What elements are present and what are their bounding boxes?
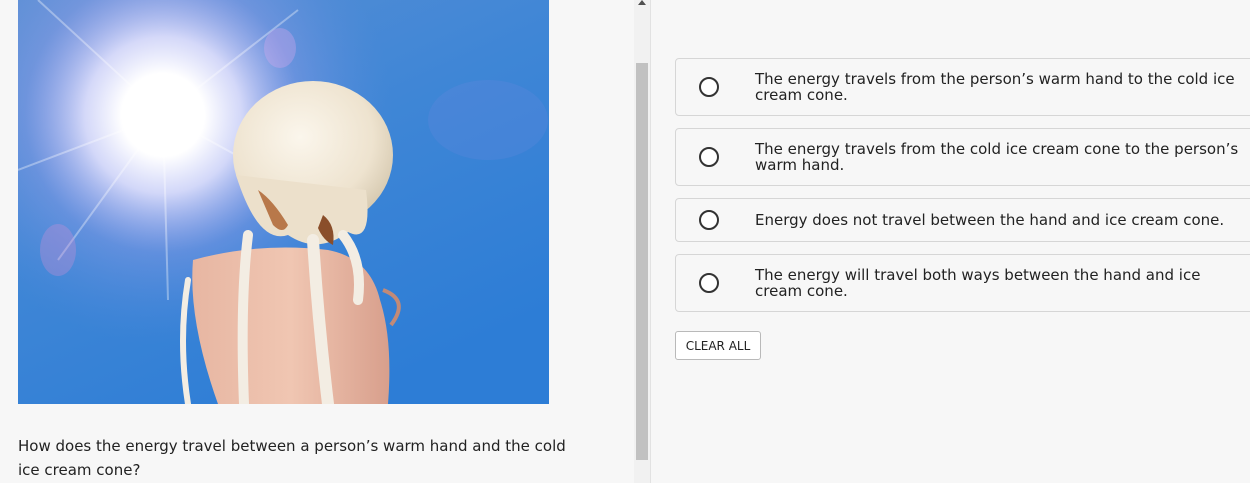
radio-button[interactable] (699, 77, 719, 97)
answer-choice-d[interactable]: The energy will travel both ways between… (675, 254, 1250, 312)
question-text: How does the energy travel between a per… (18, 437, 566, 479)
radio-button[interactable] (699, 147, 719, 167)
answer-choice-a[interactable]: The energy travels from the person’s war… (675, 58, 1250, 116)
scrollbar-thumb[interactable] (636, 63, 648, 460)
answer-choice-label: The energy will travel both ways between… (755, 266, 1201, 300)
question-image (18, 0, 549, 404)
vertical-scrollbar[interactable] (634, 0, 651, 483)
answer-choice-c[interactable]: Energy does not travel between the hand … (675, 198, 1250, 242)
answer-choice-label: The energy travels from the cold ice cre… (755, 140, 1239, 174)
question-pane: How does the energy travel between a per… (0, 0, 634, 483)
radio-button[interactable] (699, 273, 719, 293)
clear-all-button[interactable]: CLEAR ALL (675, 331, 761, 360)
answer-choice-label: The energy travels from the person’s war… (755, 70, 1235, 104)
scroll-up-arrow-icon[interactable] (638, 0, 646, 5)
answer-choice-b[interactable]: The energy travels from the cold ice cre… (675, 128, 1250, 186)
radio-button[interactable] (699, 210, 719, 230)
answer-choice-label: Energy does not travel between the hand … (755, 211, 1225, 229)
answer-pane: The energy travels from the person’s war… (651, 0, 1250, 483)
